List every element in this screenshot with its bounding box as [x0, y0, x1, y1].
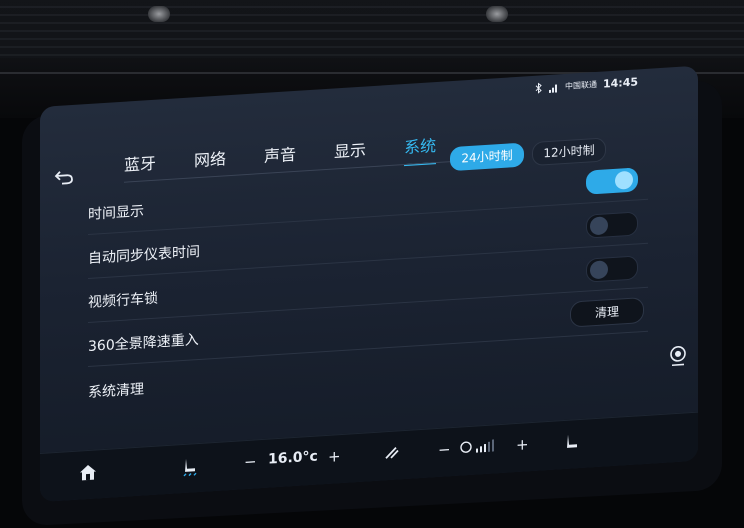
vent-knob-left: [148, 6, 170, 22]
view360-label: 360全景降速重入: [88, 332, 199, 355]
temperature-display: 16.0°c: [268, 448, 318, 468]
system-clean-label: 系统清理: [88, 381, 144, 401]
toggle-thumb: [590, 216, 608, 236]
airflow-icon: [385, 447, 399, 459]
home-button[interactable]: [78, 462, 98, 485]
toggle-thumb: [615, 170, 633, 190]
airflow-button[interactable]: [382, 443, 402, 466]
bluetooth-icon: [535, 82, 542, 94]
seat-heat-button[interactable]: [180, 456, 200, 483]
fan-increase-button[interactable]: +: [516, 435, 529, 454]
back-arrow-icon: [54, 171, 73, 185]
tab-system[interactable]: 系统: [404, 132, 437, 167]
fan-speed-indicator: [460, 437, 500, 460]
time-display-label: 时间显示: [88, 203, 144, 223]
temp-decrease-button[interactable]: −: [244, 452, 257, 471]
carrier-label: 中国联通: [564, 79, 597, 91]
fan-decrease-button[interactable]: −: [438, 440, 451, 459]
video-lock-label: 视频行车锁: [88, 290, 158, 311]
home-icon: [80, 464, 96, 481]
infotainment-screen: 中国联通 14:45 蓝牙 网络 声音 显示 系统 24小时制 12小时制 时间…: [40, 65, 698, 503]
fan-icon: [460, 439, 494, 453]
seat-button[interactable]: [562, 432, 582, 457]
tab-sound[interactable]: 声音: [264, 141, 296, 175]
seat-icon: [567, 434, 577, 448]
auto-sync-label: 自动同步仪表时间: [88, 243, 200, 267]
vent-knob-right: [486, 6, 508, 22]
back-button[interactable]: [54, 169, 74, 191]
seat-heat-icon: [183, 458, 197, 477]
toggle-thumb: [590, 260, 608, 280]
clock: 14:45: [602, 75, 638, 91]
video-lock-toggle[interactable]: [586, 255, 638, 283]
auto-sync-toggle[interactable]: [586, 211, 638, 239]
camera-360-icon: [670, 346, 686, 367]
tab-display[interactable]: 显示: [334, 136, 366, 170]
camera-360-button[interactable]: [668, 344, 688, 371]
air-vent: [0, 0, 744, 58]
time-display-toggle[interactable]: [586, 167, 638, 195]
status-bar: 中国联通 14:45: [535, 75, 638, 94]
tab-network[interactable]: 网络: [194, 145, 226, 179]
signal-icon: [548, 83, 557, 93]
temp-increase-button[interactable]: +: [328, 447, 341, 466]
clear-button[interactable]: 清理: [570, 296, 644, 328]
tab-bluetooth[interactable]: 蓝牙: [124, 150, 156, 184]
